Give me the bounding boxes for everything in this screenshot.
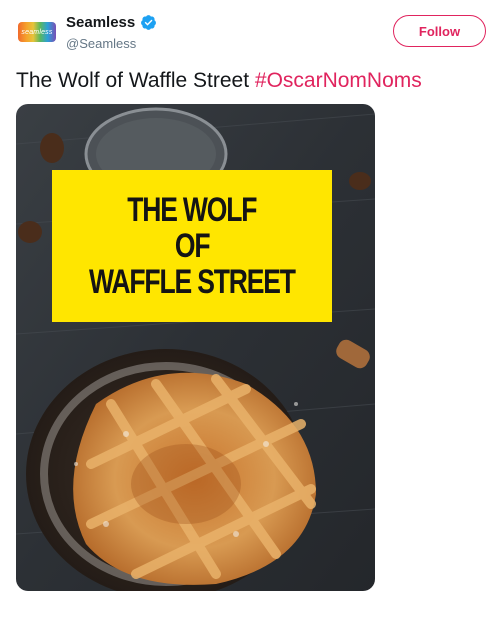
display-name[interactable]: Seamless (66, 14, 135, 31)
image-title-line: WAFFLE STREET (89, 263, 296, 301)
tweet-text: The Wolf of Waffle Street #OscarNomNoms (16, 69, 422, 93)
avatar[interactable]: seamless (18, 22, 56, 42)
account-handle[interactable]: @Seamless (66, 36, 136, 51)
image-title-box: THE WOLF OF WAFFLE STREET (52, 170, 332, 322)
name-row: Seamless (66, 14, 157, 31)
tweet-header: seamless Seamless @Seamless Follow (0, 0, 502, 60)
tweet-image[interactable]: THE WOLF OF WAFFLE STREET (16, 104, 375, 591)
verified-badge-icon (141, 15, 157, 30)
follow-button[interactable]: Follow (393, 15, 486, 47)
image-title-line: OF (174, 227, 211, 265)
avatar-logo-text: seamless (21, 28, 53, 36)
tweet-text-body: The Wolf of Waffle Street (16, 69, 250, 92)
hashtag-link[interactable]: #OscarNomNoms (255, 69, 422, 92)
image-title-line: THE WOLF (127, 191, 257, 229)
